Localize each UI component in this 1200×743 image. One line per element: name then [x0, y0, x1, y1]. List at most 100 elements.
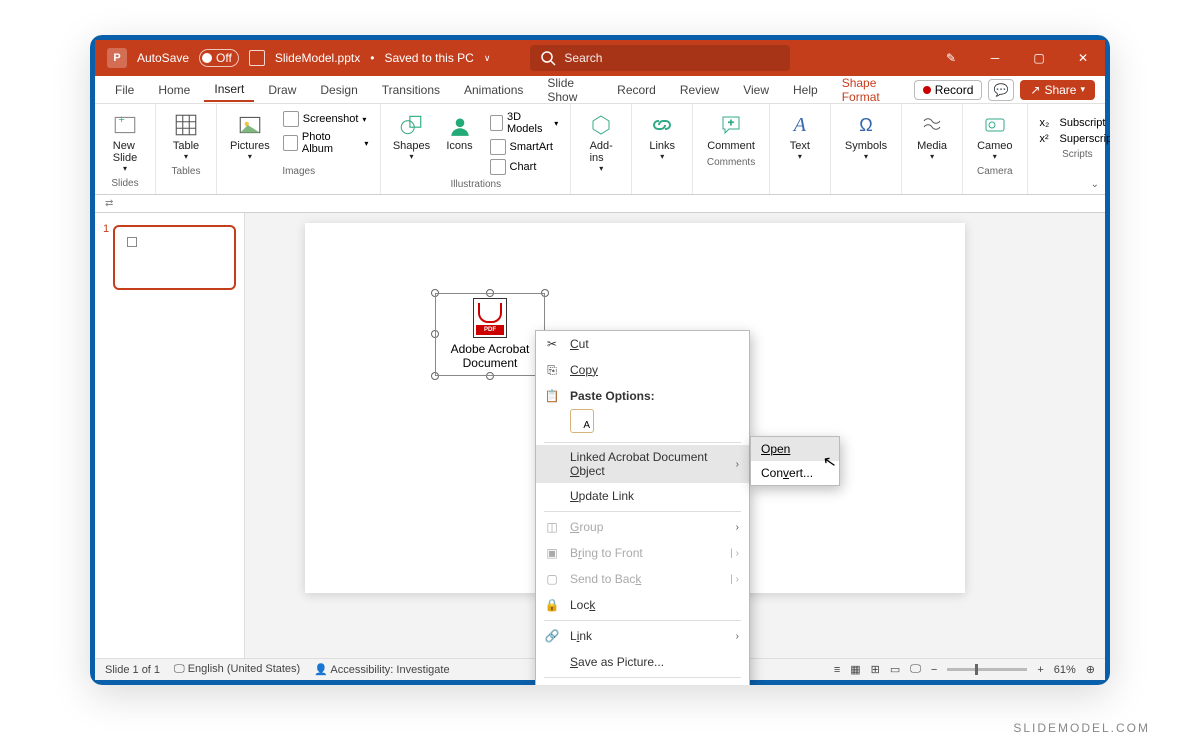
reading-view-button[interactable]: ▭ — [890, 663, 900, 676]
tab-insert[interactable]: Insert — [204, 78, 254, 102]
menu-bar: File Home Insert Draw Design Transitions… — [95, 76, 1105, 104]
lock-icon: 🔒 — [544, 597, 560, 613]
text-button[interactable]: AText▾ — [780, 110, 820, 163]
save-icon[interactable] — [249, 50, 265, 66]
cube-icon — [490, 115, 504, 131]
collapse-ribbon-icon[interactable]: ⌄ — [1091, 179, 1099, 190]
addins-button[interactable]: Add- ins▾ — [581, 110, 621, 175]
superscript-button[interactable]: x²Superscript — [1038, 132, 1110, 146]
accessibility-status[interactable]: 👤 Accessibility: Investigate — [314, 663, 449, 676]
copy-icon: ⎘ — [544, 362, 560, 378]
share-button[interactable]: ↗ Share ▾ — [1020, 80, 1095, 100]
tab-draw[interactable]: Draw — [258, 79, 306, 101]
comments-pane-button[interactable]: 💬 — [988, 79, 1014, 101]
new-slide-button[interactable]: +New Slide▾ — [105, 110, 145, 175]
ctx-linked-object[interactable]: Linked Acrobat Document Object› — [536, 445, 749, 483]
slideshow-view-button[interactable]: 🖵 — [910, 663, 921, 676]
search-icon — [540, 50, 556, 66]
zoom-level[interactable]: 61% — [1054, 664, 1076, 676]
tab-review[interactable]: Review — [670, 79, 729, 101]
toggle-knob-icon — [202, 53, 212, 63]
paste-option-keep-text[interactable]: A — [570, 409, 594, 433]
photo-album-icon — [283, 135, 298, 151]
quick-access-bar: ⇄ — [95, 195, 1105, 213]
notes-button[interactable]: ≡ — [834, 664, 840, 676]
normal-view-button[interactable]: ▦ — [850, 663, 860, 676]
slide-position: Slide 1 of 1 — [105, 664, 160, 676]
close-button[interactable]: ✕ — [1061, 40, 1105, 76]
svg-text:+: + — [119, 114, 125, 126]
object-label: Adobe AcrobatDocument — [436, 342, 544, 371]
tab-animations[interactable]: Animations — [454, 79, 533, 101]
file-name: SlideModel.pptx — [275, 51, 360, 65]
zoom-in-button[interactable]: + — [1037, 664, 1043, 676]
symbols-button[interactable]: ΩSymbols▾ — [841, 110, 891, 163]
ctx-paste-heading: 📋Paste Options: — [536, 383, 749, 409]
shapes-button[interactable]: Shapes▾ — [391, 110, 431, 163]
ctx-link[interactable]: 🔗Link› — [536, 623, 749, 649]
tab-help[interactable]: Help — [783, 79, 828, 101]
ribbon: +New Slide▾ Slides Table▾ Tables Picture… — [95, 104, 1105, 195]
autosave-label: AutoSave — [137, 51, 189, 65]
photo-album-button[interactable]: Photo Album ▾ — [281, 130, 371, 156]
slide-thumbnail[interactable] — [113, 225, 236, 290]
tab-design[interactable]: Design — [310, 79, 367, 101]
pdf-icon: PDF — [473, 298, 507, 338]
ctx-update-link[interactable]: Update Link — [536, 483, 749, 509]
chart-button[interactable]: Chart — [488, 158, 561, 176]
pictures-button[interactable]: Pictures▾ — [227, 110, 273, 163]
3d-models-button[interactable]: 3D Models ▾ — [488, 110, 561, 136]
ctx-alt-text[interactable]: ⊡View Alt Text... — [536, 680, 749, 685]
zoom-slider[interactable] — [947, 668, 1027, 671]
clipboard-icon: 📋 — [544, 388, 560, 404]
tab-file[interactable]: File — [105, 79, 144, 101]
link-icon: 🔗 — [544, 628, 560, 644]
sorter-view-button[interactable]: ⊞ — [871, 663, 880, 676]
tab-transitions[interactable]: Transitions — [372, 79, 450, 101]
zoom-out-button[interactable]: − — [931, 664, 937, 676]
ctx-copy[interactable]: ⎘Copy — [536, 357, 749, 383]
tab-home[interactable]: Home — [148, 79, 200, 101]
media-button[interactable]: Media▾ — [912, 110, 952, 163]
slide-number: 1 — [103, 223, 109, 290]
send-back-icon: ▢ — [544, 571, 560, 587]
language-status[interactable]: 🖵 English (United States) — [174, 663, 300, 676]
tab-record[interactable]: Record — [607, 79, 666, 101]
ribbon-display-icon[interactable]: ✎ — [929, 40, 973, 76]
ctx-group: ◫Group› — [536, 514, 749, 540]
table-button[interactable]: Table▾ — [166, 110, 206, 163]
smartart-icon — [490, 139, 506, 155]
subscript-button[interactable]: x₂Subscript — [1038, 116, 1110, 130]
tab-shape-format[interactable]: Shape Format — [832, 72, 910, 108]
svg-text:+: + — [728, 118, 734, 129]
minimize-button[interactable]: ─ — [973, 40, 1017, 76]
cameo-button[interactable]: Cameo▾ — [973, 110, 1016, 163]
icons-button[interactable]: Icons — [440, 110, 480, 154]
record-button[interactable]: Record — [914, 80, 983, 100]
screenshot-icon — [283, 111, 299, 127]
watermark: SLIDEMODEL.COM — [1013, 721, 1150, 735]
ctx-cut[interactable]: ✂CuCutt — [536, 331, 749, 357]
bring-front-icon: ▣ — [544, 545, 560, 561]
smartart-button[interactable]: SmartArt — [488, 138, 561, 156]
tab-slideshow[interactable]: Slide Show — [537, 72, 603, 108]
save-status: Saved to this PC — [384, 51, 473, 65]
scissors-icon: ✂ — [544, 336, 560, 352]
screenshot-button[interactable]: Screenshot ▾ — [281, 110, 371, 128]
ctx-save-picture[interactable]: Save as Picture... — [536, 649, 749, 675]
ctx-bring-front: ▣Bring to Front| › — [536, 540, 749, 566]
fit-to-window-button[interactable]: ⊕ — [1086, 663, 1095, 676]
tab-view[interactable]: View — [733, 79, 779, 101]
ctx-lock[interactable]: 🔒Lock — [536, 592, 749, 618]
links-button[interactable]: Links▾ — [642, 110, 682, 163]
comment-button[interactable]: +Comment — [703, 110, 759, 154]
slide-thumbnail-panel: 1 — [95, 213, 245, 658]
context-menu: ✂CuCutt ⎘Copy 📋Paste Options: A Linked A… — [535, 330, 750, 685]
maximize-button[interactable]: ▢ — [1017, 40, 1061, 76]
record-dot-icon — [923, 86, 931, 94]
search-input[interactable]: Search — [530, 45, 790, 71]
chart-icon — [490, 159, 506, 175]
autosave-toggle[interactable]: Off — [199, 49, 239, 67]
chevron-right-icon: › — [736, 459, 739, 470]
embedded-pdf-object[interactable]: PDF Adobe AcrobatDocument — [435, 293, 545, 376]
